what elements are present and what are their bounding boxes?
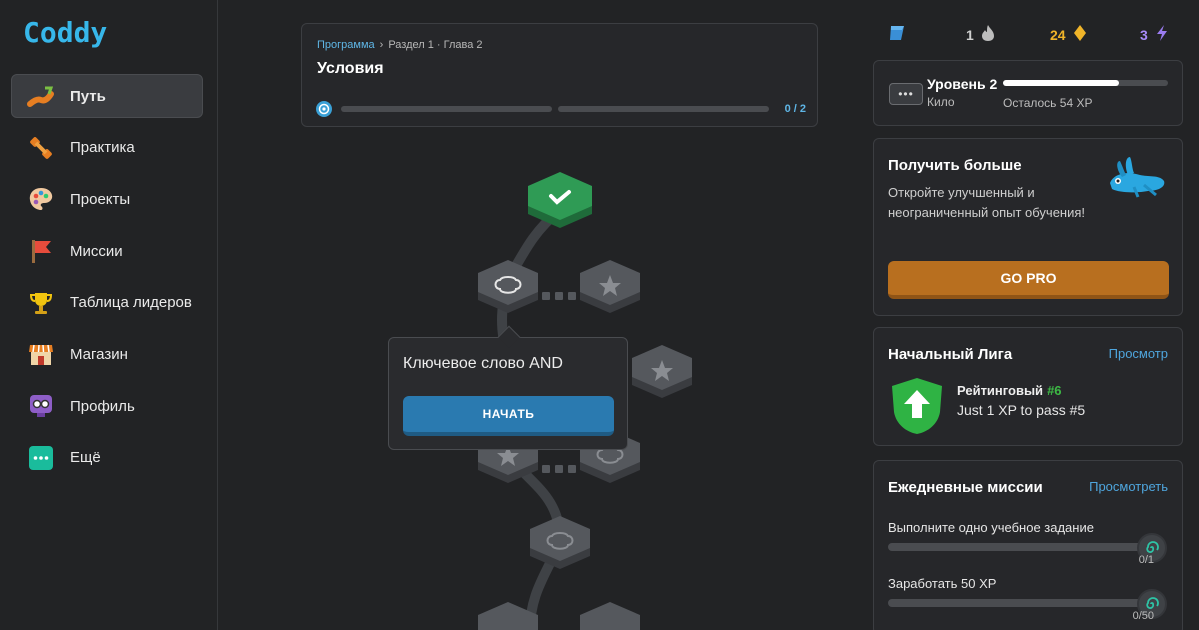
lightning-icon: [1155, 24, 1169, 45]
energy-stat[interactable]: 3: [1140, 24, 1169, 45]
streak-stat[interactable]: 1: [966, 24, 995, 45]
sidebar-item-missions[interactable]: Миссии: [11, 229, 203, 273]
mission-count: 0/50: [1132, 610, 1154, 622]
completed-lesson-node[interactable]: [528, 172, 592, 228]
league-subtitle: Just 1 XP to pass #5: [957, 402, 1086, 418]
gems-stat[interactable]: [889, 24, 905, 45]
go-pro-panel: Получить больше Откройте улучшенный и не…: [873, 138, 1183, 316]
sidebar-item-shop[interactable]: Магазин: [11, 332, 203, 376]
coins-stat[interactable]: 24: [1050, 24, 1087, 45]
sidebar: Coddy Путь Практика Проекты Миссии Табли…: [0, 0, 218, 630]
sidebar-item-label: Миссии: [70, 242, 123, 260]
sidebar-item-leaderboard[interactable]: Таблица лидеров: [11, 281, 203, 325]
flag-icon: [26, 236, 56, 266]
sidebar-item-projects[interactable]: Проекты: [11, 177, 203, 221]
mission-label: Заработать 50 XP: [888, 576, 997, 591]
league-panel: Начальный Лига Просмотр Рейтинговый #6 Ju…: [873, 327, 1183, 446]
mission-item: Выполните одно учебное задание 0/1: [888, 520, 1170, 566]
level-remaining: Осталось 54 XP: [1003, 96, 1093, 110]
sidebar-item-label: Проекты: [70, 190, 131, 208]
level-subtitle: Кило: [927, 95, 955, 109]
shop-icon: [26, 339, 56, 369]
stats-bar: 1 24 3: [889, 24, 1179, 48]
league-rank: #6: [1047, 383, 1062, 398]
league-name-text: Рейтинговый: [957, 383, 1044, 398]
lesson-node-locked[interactable]: [530, 516, 590, 569]
coins-count: 24: [1050, 26, 1066, 43]
sidebar-item-label: Таблица лидеров: [70, 294, 192, 312]
course-header-card: Программа › Раздел 1 · Глава 2 Условия 0…: [301, 23, 818, 127]
avatar-icon: [26, 391, 56, 421]
lesson-node-locked[interactable]: [580, 260, 640, 313]
sidebar-item-label: Магазин: [70, 345, 128, 363]
coddy-logo[interactable]: Coddy: [23, 16, 107, 49]
level-badge: •••: [889, 83, 923, 105]
streak-count: 1: [966, 26, 974, 43]
go-pro-button[interactable]: GO PRO: [888, 261, 1169, 299]
level-progress-fill: [1003, 80, 1119, 86]
sidebar-item-practice[interactable]: Практика: [11, 126, 203, 170]
mission-count: 0/1: [1138, 554, 1154, 566]
league-view-link[interactable]: Просмотр: [1109, 346, 1168, 361]
mission-progress-bar: [888, 599, 1146, 607]
more-icon: [26, 443, 56, 473]
mission-label: Выполните одно учебное задание: [888, 520, 1094, 535]
diamond-icon: [1073, 24, 1087, 45]
page-title: Условия: [317, 60, 384, 77]
connector-dots: [542, 465, 576, 473]
daily-missions-panel: Ежедневные миссии Просмотреть Выполните …: [873, 460, 1183, 630]
mission-progress-bar: [888, 543, 1146, 551]
level-panel: ••• Уровень 2 Кило Осталось 54 XP: [873, 60, 1183, 126]
connector-dots: [542, 292, 576, 300]
target-icon: [316, 101, 332, 117]
lesson-popup: Ключевое слово AND НАЧАТЬ: [388, 325, 628, 450]
missions-view-link[interactable]: Просмотреть: [1089, 479, 1168, 494]
sidebar-item-more[interactable]: Ещё: [11, 436, 203, 480]
sidebar-item-label: Путь: [70, 87, 106, 105]
path-icon: [26, 81, 56, 111]
course-progress: 0 / 2: [316, 101, 806, 117]
sidebar-nav: Путь Практика Проекты Миссии Таблица лид…: [11, 74, 203, 488]
breadcrumb-separator: ›: [379, 39, 384, 51]
sidebar-item-label: Практика: [70, 139, 135, 157]
shield-arrow-up-icon: [892, 378, 942, 434]
progress-segment-1: [341, 106, 552, 112]
sidebar-item-profile[interactable]: Профиль: [11, 384, 203, 428]
lesson-node-locked[interactable]: [580, 602, 640, 630]
palette-icon: [26, 184, 56, 214]
sidebar-item-path[interactable]: Путь: [11, 74, 203, 118]
lesson-node-locked[interactable]: [632, 345, 692, 398]
league-title: Начальный Лига: [888, 346, 1013, 363]
level-progress-bar: [1003, 80, 1168, 86]
pro-text: Откройте улучшенный и неограниченный опы…: [888, 185, 1086, 220]
breadcrumb-section: Раздел 1 · Глава 2: [388, 39, 483, 51]
lesson-node-current[interactable]: [478, 260, 538, 313]
start-lesson-button[interactable]: НАЧАТЬ: [403, 396, 614, 436]
breadcrumb-program-link[interactable]: Программа: [317, 39, 375, 51]
flame-icon: [981, 24, 995, 45]
dumbbell-icon: [26, 133, 56, 163]
breadcrumb: Программа › Раздел 1 · Глава 2: [317, 39, 483, 51]
sidebar-item-label: Профиль: [70, 397, 135, 415]
energy-count: 3: [1140, 26, 1148, 43]
blue-gem-icon: [889, 24, 905, 45]
missions-title: Ежедневные миссии: [888, 479, 1043, 496]
progress-count: 0 / 2: [784, 103, 806, 115]
league-name: Рейтинговый #6: [957, 383, 1062, 398]
rabbit-mascot-icon: [1110, 157, 1165, 198]
pro-title: Получить больше: [888, 157, 1022, 174]
sidebar-item-label: Ещё: [70, 449, 101, 467]
lesson-title: Ключевое слово AND: [403, 355, 563, 372]
progress-segment-2: [558, 106, 769, 112]
mission-item: Заработать 50 XP 0/50: [888, 576, 1170, 622]
trophy-icon: [26, 288, 56, 318]
level-title: Уровень 2: [927, 76, 998, 92]
